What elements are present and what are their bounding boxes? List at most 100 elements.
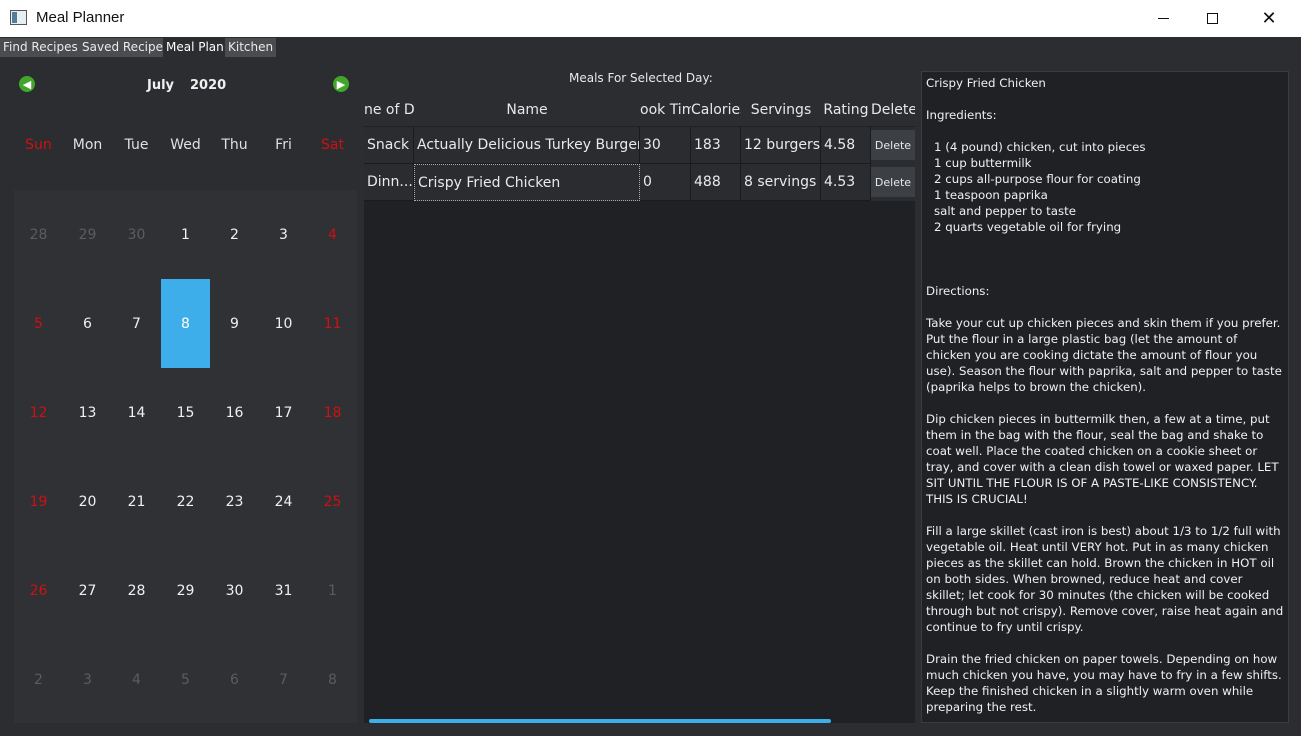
calendar-day[interactable]: 1 bbox=[308, 546, 357, 635]
calendar-grid: 28 29 30 1 2 3 4 5 6 7 8 9 10 11 12 13 14 15 16 17 18 19 20 21 2… bbox=[14, 190, 357, 723]
calendar-day[interactable]: 6 bbox=[210, 635, 259, 724]
calendar-day[interactable]: 28 bbox=[112, 546, 161, 635]
close-icon: ✕ bbox=[1261, 7, 1277, 29]
maximize-button[interactable] bbox=[1189, 0, 1235, 37]
meal-type-cell: Snack bbox=[364, 127, 414, 164]
scrollbar-thumb[interactable] bbox=[369, 719, 831, 723]
weekday-mon: Mon bbox=[72, 137, 103, 153]
tab-find-recipes[interactable]: Find Recipes bbox=[0, 38, 81, 57]
calendar-day[interactable]: 12 bbox=[14, 368, 63, 457]
calendar-day[interactable]: 22 bbox=[161, 457, 210, 546]
calendar-day[interactable]: 29 bbox=[161, 546, 210, 635]
calendar-day[interactable]: 5 bbox=[161, 635, 210, 724]
calendar-day[interactable]: 3 bbox=[259, 190, 308, 279]
calendar-day[interactable]: 10 bbox=[259, 279, 308, 368]
ingredient-item: 1 cup buttermilk bbox=[934, 156, 1032, 170]
ingredients-label: Ingredients: bbox=[926, 108, 997, 122]
column-name[interactable]: Name bbox=[414, 95, 640, 126]
column-meal-type[interactable]: ne of D bbox=[364, 95, 414, 126]
next-month-icon[interactable]: ▶ bbox=[333, 76, 349, 92]
calendar-day[interactable]: 26 bbox=[14, 546, 63, 635]
rating-cell: 4.58 bbox=[821, 127, 871, 164]
calendar-day[interactable]: 8 bbox=[308, 635, 357, 724]
meals-table: ne of D Name ook Tim Calories Servings R… bbox=[364, 95, 915, 720]
weekday-sun: Sun bbox=[25, 137, 52, 153]
calendar-day[interactable]: 18 bbox=[308, 368, 357, 457]
meal-name-cell: Actually Delicious Turkey Burgers bbox=[414, 127, 640, 164]
calendar-day[interactable]: 7 bbox=[259, 635, 308, 724]
column-cook-time[interactable]: ook Tim bbox=[640, 95, 691, 126]
column-calories[interactable]: Calories bbox=[691, 95, 741, 126]
ingredients-list: 1 (4 pound) chicken, cut into pieces 1 cu… bbox=[926, 139, 1284, 235]
calendar-day[interactable]: 6 bbox=[63, 279, 112, 368]
weekday-wed: Wed bbox=[170, 137, 201, 153]
calendar-day[interactable]: 5 bbox=[14, 279, 63, 368]
calendar-day[interactable]: 30 bbox=[210, 546, 259, 635]
calendar-month[interactable]: July bbox=[147, 78, 174, 93]
rating-cell: 4.53 bbox=[821, 164, 871, 201]
ingredient-item: 1 (4 pound) chicken, cut into pieces bbox=[934, 140, 1146, 154]
calendar-day[interactable]: 19 bbox=[14, 457, 63, 546]
calendar-day[interactable]: 27 bbox=[63, 546, 112, 635]
calories-cell: 183 bbox=[691, 127, 741, 164]
ingredient-item: 1 teaspoon paprika bbox=[934, 188, 1048, 202]
direction-step: Dip chicken pieces in buttermilk then, a… bbox=[926, 412, 1279, 506]
weekday-tue: Tue bbox=[124, 137, 149, 153]
calendar-day[interactable]: 1 bbox=[161, 190, 210, 279]
calendar-day[interactable]: 17 bbox=[259, 368, 308, 457]
delete-button[interactable]: Delete bbox=[871, 130, 915, 160]
calendar-day[interactable]: 9 bbox=[210, 279, 259, 368]
calendar-day[interactable]: 28 bbox=[14, 190, 63, 279]
column-delete[interactable]: Delete bbox=[871, 95, 915, 126]
delete-button[interactable]: Delete bbox=[871, 167, 915, 197]
column-rating[interactable]: Rating bbox=[821, 95, 871, 126]
tab-meal-plan[interactable]: Meal Plan bbox=[163, 38, 227, 57]
weekday-thu: Thu bbox=[221, 137, 248, 153]
calendar-day[interactable]: 2 bbox=[210, 190, 259, 279]
calendar-day[interactable]: 4 bbox=[112, 635, 161, 724]
previous-month-icon[interactable]: ◀ bbox=[19, 76, 35, 92]
servings-cell: 12 burgers bbox=[741, 127, 821, 164]
table-row[interactable]: Snack Actually Delicious Turkey Burgers … bbox=[364, 127, 915, 164]
calendar-day[interactable]: 13 bbox=[63, 368, 112, 457]
meal-name-cell: Crispy Fried Chicken bbox=[414, 164, 640, 201]
calendar-day[interactable]: 30 bbox=[112, 190, 161, 279]
calendar-day[interactable]: 20 bbox=[63, 457, 112, 546]
calendar-day[interactable]: 2 bbox=[14, 635, 63, 724]
minimize-button[interactable] bbox=[1140, 0, 1186, 37]
calendar-day[interactable]: 14 bbox=[112, 368, 161, 457]
weekday-fri: Fri bbox=[275, 137, 292, 153]
directions-list: Take your cut up chicken pieces and skin… bbox=[926, 315, 1284, 715]
calendar-day[interactable]: 29 bbox=[63, 190, 112, 279]
meals-title: Meals For Selected Day: bbox=[569, 71, 713, 85]
calendar-day[interactable]: 16 bbox=[210, 368, 259, 457]
close-button[interactable]: ✕ bbox=[1246, 0, 1292, 37]
calendar-day[interactable]: 23 bbox=[210, 457, 259, 546]
calories-cell: 488 bbox=[691, 164, 741, 201]
calendar-day[interactable]: 25 bbox=[308, 457, 357, 546]
tab-kitchen[interactable]: Kitchen bbox=[225, 38, 277, 57]
cook-time-cell: 0 bbox=[640, 164, 691, 201]
directions-label: Directions: bbox=[926, 284, 990, 298]
ingredient-item: salt and pepper to taste bbox=[934, 204, 1077, 218]
table-row[interactable]: Dinn... Crispy Fried Chicken 0 488 8 ser… bbox=[364, 164, 915, 201]
calendar-year[interactable]: 2020 bbox=[190, 78, 226, 93]
tab-saved-recipes[interactable]: Saved Recipes bbox=[79, 38, 173, 57]
meal-type-cell: Dinn... bbox=[364, 164, 414, 201]
meals-table-header: ne of D Name ook Tim Calories Servings R… bbox=[364, 95, 915, 126]
direction-step: Drain the fried chicken on paper towels.… bbox=[926, 652, 1282, 714]
recipe-detail: Crispy Fried Chicken Ingredients: 1 (4 p… bbox=[921, 71, 1289, 723]
calendar-day[interactable]: 24 bbox=[259, 457, 308, 546]
cook-time-cell: 30 bbox=[640, 127, 691, 164]
calendar-day[interactable]: 4 bbox=[308, 190, 357, 279]
window-title: Meal Planner bbox=[36, 9, 125, 26]
calendar-day[interactable]: 21 bbox=[112, 457, 161, 546]
recipe-title: Crispy Fried Chicken bbox=[926, 76, 1046, 90]
calendar-day[interactable]: 31 bbox=[259, 546, 308, 635]
calendar-day[interactable]: 11 bbox=[308, 279, 357, 368]
column-servings[interactable]: Servings bbox=[741, 95, 821, 126]
calendar-day[interactable]: 7 bbox=[112, 279, 161, 368]
calendar-day[interactable]: 3 bbox=[63, 635, 112, 724]
calendar-day-selected[interactable]: 8 bbox=[161, 279, 210, 368]
calendar-day[interactable]: 15 bbox=[161, 368, 210, 457]
